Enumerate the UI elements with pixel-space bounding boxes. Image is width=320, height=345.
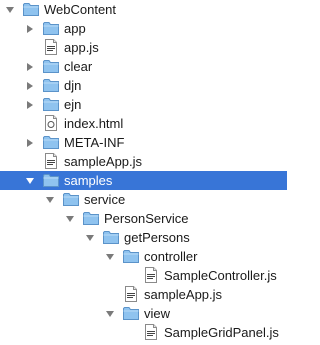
disclosure-collapsed-icon[interactable] bbox=[25, 100, 35, 110]
disclosure-expanded-icon[interactable] bbox=[45, 195, 55, 205]
disclosure-collapsed-icon[interactable] bbox=[25, 81, 35, 91]
folder-icon bbox=[22, 1, 40, 17]
disclosure-collapsed-icon[interactable] bbox=[25, 138, 35, 148]
tree-row-label: getPersons bbox=[124, 230, 190, 245]
folder-icon bbox=[42, 134, 60, 150]
disclosure-expanded-icon[interactable] bbox=[85, 233, 95, 243]
folder-icon bbox=[82, 210, 100, 226]
tree-row-label: clear bbox=[64, 59, 93, 74]
folder-icon bbox=[42, 20, 60, 36]
tree-row-app-js[interactable]: app.js bbox=[0, 38, 287, 57]
disclosure-expanded-icon[interactable] bbox=[105, 309, 115, 319]
tree-row-label: samples bbox=[64, 173, 113, 188]
tree-row-label: app bbox=[64, 21, 86, 36]
tree-row-label: controller bbox=[144, 249, 198, 264]
tree-row-app[interactable]: app bbox=[0, 19, 287, 38]
tree-row-label: index.html bbox=[64, 116, 124, 131]
folder-icon bbox=[62, 191, 80, 207]
folder-icon bbox=[42, 96, 60, 112]
tree-row-label: PersonService bbox=[104, 211, 189, 226]
js-file-icon bbox=[142, 267, 160, 283]
disclosure-expanded-icon[interactable] bbox=[5, 5, 15, 15]
disclosure-collapsed-icon[interactable] bbox=[25, 24, 35, 34]
js-file-icon bbox=[42, 39, 60, 55]
tree-row-label: view bbox=[144, 306, 171, 321]
folder-icon bbox=[102, 229, 120, 245]
folder-icon bbox=[42, 172, 60, 188]
disclosure-expanded-icon[interactable] bbox=[25, 176, 35, 186]
tree-row-sampleapp-js[interactable]: sampleApp.js bbox=[0, 285, 287, 304]
js-file-icon bbox=[42, 153, 60, 169]
js-file-icon bbox=[122, 286, 140, 302]
disclosure-expanded-icon[interactable] bbox=[105, 252, 115, 262]
file-tree: WebContent app app.js clear djn ejn index.html… bbox=[0, 0, 287, 345]
tree-row-controller[interactable]: controller bbox=[0, 247, 287, 266]
tree-row-webcontent[interactable]: WebContent bbox=[0, 0, 287, 19]
tree-row-label: WebContent bbox=[44, 2, 117, 17]
tree-row-meta-inf[interactable]: META-INF bbox=[0, 133, 287, 152]
tree-row-view[interactable]: view bbox=[0, 304, 287, 323]
tree-row-label: ejn bbox=[64, 97, 82, 112]
tree-row-service[interactable]: service bbox=[0, 190, 287, 209]
tree-row-clear[interactable]: clear bbox=[0, 57, 287, 76]
tree-row-label: app.js bbox=[64, 40, 99, 55]
tree-row-index-html[interactable]: index.html bbox=[0, 114, 287, 133]
tree-row-getpersons[interactable]: getPersons bbox=[0, 228, 287, 247]
tree-row-label: META-INF bbox=[64, 135, 125, 150]
folder-icon bbox=[122, 248, 140, 264]
tree-row-label: sampleApp.js bbox=[144, 287, 223, 302]
tree-row-label: SampleController.js bbox=[164, 268, 277, 283]
tree-row-label: SampleGridPanel.js bbox=[164, 325, 279, 340]
tree-row-sampleapp-js[interactable]: sampleApp.js bbox=[0, 152, 287, 171]
disclosure-expanded-icon[interactable] bbox=[65, 214, 75, 224]
disclosure-collapsed-icon[interactable] bbox=[25, 62, 35, 72]
tree-row-personservice[interactable]: PersonService bbox=[0, 209, 287, 228]
tree-row-samplecontroller-js[interactable]: SampleController.js bbox=[0, 266, 287, 285]
tree-row-ejn[interactable]: ejn bbox=[0, 95, 287, 114]
tree-row-samples[interactable]: samples bbox=[0, 171, 287, 190]
folder-icon bbox=[42, 77, 60, 93]
html-file-icon bbox=[42, 115, 60, 131]
folder-icon bbox=[42, 58, 60, 74]
js-file-icon bbox=[142, 324, 160, 340]
tree-row-djn[interactable]: djn bbox=[0, 76, 287, 95]
folder-icon bbox=[122, 305, 140, 321]
tree-row-samplegridpanel-js[interactable]: SampleGridPanel.js bbox=[0, 323, 287, 342]
tree-row-label: sampleApp.js bbox=[64, 154, 143, 169]
tree-row-label: service bbox=[84, 192, 126, 207]
tree-row-label: djn bbox=[64, 78, 82, 93]
